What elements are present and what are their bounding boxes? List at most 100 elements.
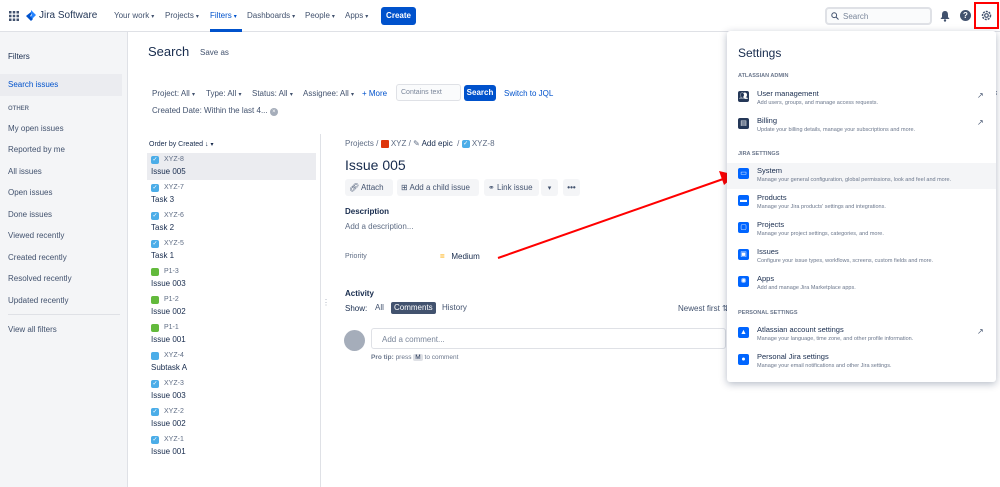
jira-logo-icon[interactable] (26, 10, 36, 22)
add-child-label: Add a child issue (409, 183, 470, 192)
breadcrumb: Projects / XYZ / ✎ Add epic / ✓ XYZ-8 (345, 139, 495, 148)
nav-filters[interactable]: Filters ▾ (210, 11, 237, 20)
app-name[interactable]: Jira Software (39, 10, 97, 21)
issue-list-item[interactable]: ✓ XYZ-5 Task 1 (147, 237, 316, 264)
settings-item-user-management[interactable]: 👥︎ User management Add users, groups, an… (727, 86, 996, 112)
filter-project[interactable]: Project: All ▾ (152, 89, 195, 98)
issue-list-item[interactable]: P1-1 Issue 001 (147, 321, 316, 348)
save-as-button[interactable]: Save as (200, 48, 229, 57)
subtask-icon (151, 352, 159, 360)
attach-button[interactable]: 🔗︎ Attach (345, 179, 393, 196)
order-by-control[interactable]: Order by Created ↓ ▾ (149, 141, 214, 148)
issue-summary: Issue 001 (151, 447, 186, 456)
settings-item-projects[interactable]: ▢ Projects Manage your project settings,… (727, 217, 996, 243)
issue-summary: Issue 003 (151, 279, 186, 288)
story-icon (151, 296, 159, 304)
settings-item-personal-jira[interactable]: ● Personal Jira settings Manage your ema… (727, 349, 996, 375)
story-icon (151, 324, 159, 332)
task-icon: ✓ (151, 436, 159, 444)
tab-comments[interactable]: Comments (391, 302, 436, 314)
description-field[interactable]: Add a description... (345, 222, 413, 231)
sidebar-item-reported-by-me[interactable]: Reported by me (8, 145, 65, 154)
add-child-issue-button[interactable]: ⊞ Add a child issue (397, 179, 479, 196)
chevron-down-icon: ▾ (210, 142, 214, 148)
chevron-down-icon: ▾ (238, 92, 242, 98)
settings-item-desc: Update your billing details, manage your… (757, 127, 916, 133)
nav-apps[interactable]: Apps ▾ (345, 11, 368, 20)
create-button[interactable]: Create (381, 7, 416, 25)
sidebar-item-all-issues[interactable]: All issues (8, 167, 42, 176)
more-filters-button[interactable]: + More (362, 89, 387, 98)
resize-handle-icon[interactable]: ⋮ (322, 298, 330, 307)
issue-list-item[interactable]: ✓ XYZ-2 Issue 002 (147, 405, 316, 432)
issue-list-item[interactable]: ✓ XYZ-3 Issue 003 (147, 377, 316, 404)
filter-status[interactable]: Status: All ▾ (252, 89, 293, 98)
issue-key: XYZ-4 (164, 352, 184, 359)
settings-item-system[interactable]: ▭ System Manage your general configurati… (727, 163, 996, 189)
nav-dashboards[interactable]: Dashboards ▾ (247, 11, 295, 20)
app-switcher-icon[interactable] (9, 11, 19, 21)
sidebar-item-done-issues[interactable]: Done issues (8, 210, 52, 219)
filter-type[interactable]: Type: All ▾ (206, 89, 242, 98)
issue-title[interactable]: Issue 005 (345, 157, 406, 173)
issue-key: XYZ-1 (164, 436, 184, 443)
tab-history[interactable]: History (439, 302, 470, 314)
top-navigation-bar: Jira Software Your work ▾ Projects ▾ Filte… (0, 0, 1000, 32)
search-button[interactable]: Search (464, 85, 496, 101)
pro-tip-label: Pro tip: (371, 354, 394, 361)
issue-list-item[interactable]: ✓ XYZ-7 Task 3 (147, 181, 316, 208)
issue-list-item[interactable]: XYZ-4 Subtask A (147, 349, 316, 376)
sidebar-item-search-issues-label[interactable]: Search issues (8, 80, 58, 89)
sidebar-item-updated-recently[interactable]: Updated recently (8, 296, 68, 305)
sidebar-view-all-filters[interactable]: View all filters (8, 325, 57, 334)
contains-text-input[interactable]: Contains text (396, 84, 461, 101)
filter-assignee[interactable]: Assignee: All ▾ (303, 89, 354, 98)
issue-list-item[interactable]: P1-2 Issue 002 (147, 293, 316, 320)
projects-icon: ▢ (738, 222, 749, 233)
breadcrumb-issue-key[interactable]: XYZ-8 (472, 139, 495, 148)
sidebar-title: Filters (8, 52, 30, 61)
tab-all[interactable]: All (372, 302, 387, 314)
settings-gear-icon[interactable] (980, 9, 993, 24)
comment-input[interactable]: Add a comment... (371, 328, 726, 349)
settings-item-name: Products (757, 193, 787, 202)
task-icon: ✓ (151, 380, 159, 388)
breadcrumb-project[interactable]: XYZ (391, 139, 407, 148)
settings-item-atlassian-account[interactable]: ▲ Atlassian account settings Manage your… (727, 322, 996, 348)
settings-item-billing[interactable]: ▤ Billing Update your billing details, m… (727, 113, 996, 139)
issue-list-item[interactable]: ✓ XYZ-1 Issue 001 (147, 433, 316, 460)
nav-projects[interactable]: Projects ▾ (165, 11, 199, 20)
issue-list-item[interactable]: ✓ XYZ-6 Task 2 (147, 209, 316, 236)
chevron-down-icon: ▾ (151, 14, 155, 20)
sidebar-item-created-recently[interactable]: Created recently (8, 253, 67, 262)
user-avatar (344, 330, 365, 351)
pro-tip-text: press (395, 354, 412, 361)
notifications-icon[interactable] (939, 10, 951, 24)
sidebar-item-my-open-issues[interactable]: My open issues (8, 124, 64, 133)
priority-value[interactable]: = Medium (440, 252, 480, 261)
external-link-icon: ↗ (977, 91, 984, 100)
settings-item-issues[interactable]: ▣ Issues Configure your issue types, wor… (727, 244, 996, 270)
help-icon[interactable]: ? (960, 10, 971, 21)
clear-filter-icon[interactable]: × (269, 108, 278, 116)
issue-summary: Task 1 (151, 251, 175, 260)
settings-item-products[interactable]: ▬ Products Manage your Jira products' se… (727, 190, 996, 216)
switch-to-jql-link[interactable]: Switch to JQL (504, 89, 553, 98)
sidebar-item-resolved-recently[interactable]: Resolved recently (8, 274, 72, 283)
nav-your-work[interactable]: Your work ▾ (114, 11, 154, 20)
issue-list-item[interactable]: ✓ XYZ-8 Issue 005 (147, 153, 316, 180)
global-search-input[interactable]: Search (825, 7, 932, 25)
add-epic-link[interactable]: Add epic (422, 139, 453, 148)
settings-item-desc: Manage your general configuration, globa… (757, 177, 952, 183)
sidebar-item-viewed-recently[interactable]: Viewed recently (8, 231, 64, 240)
issue-list-item[interactable]: P1-3 Issue 003 (147, 265, 316, 292)
filter-label: Project: All (152, 89, 190, 98)
breadcrumb-projects[interactable]: Projects (345, 139, 374, 148)
sort-order-button[interactable]: Newest first ⇅ (678, 304, 729, 313)
created-date-filter[interactable]: Created Date: Within the last 4... × (152, 106, 278, 116)
sidebar-item-open-issues[interactable]: Open issues (8, 188, 52, 197)
settings-item-apps[interactable]: ✺ Apps Add and manage Jira Marketplace a… (727, 271, 996, 297)
task-icon: ✓ (151, 184, 159, 192)
filters-sidebar: Filters Search issues OTHER My open issu… (0, 32, 128, 487)
nav-people[interactable]: People ▾ (305, 11, 335, 20)
